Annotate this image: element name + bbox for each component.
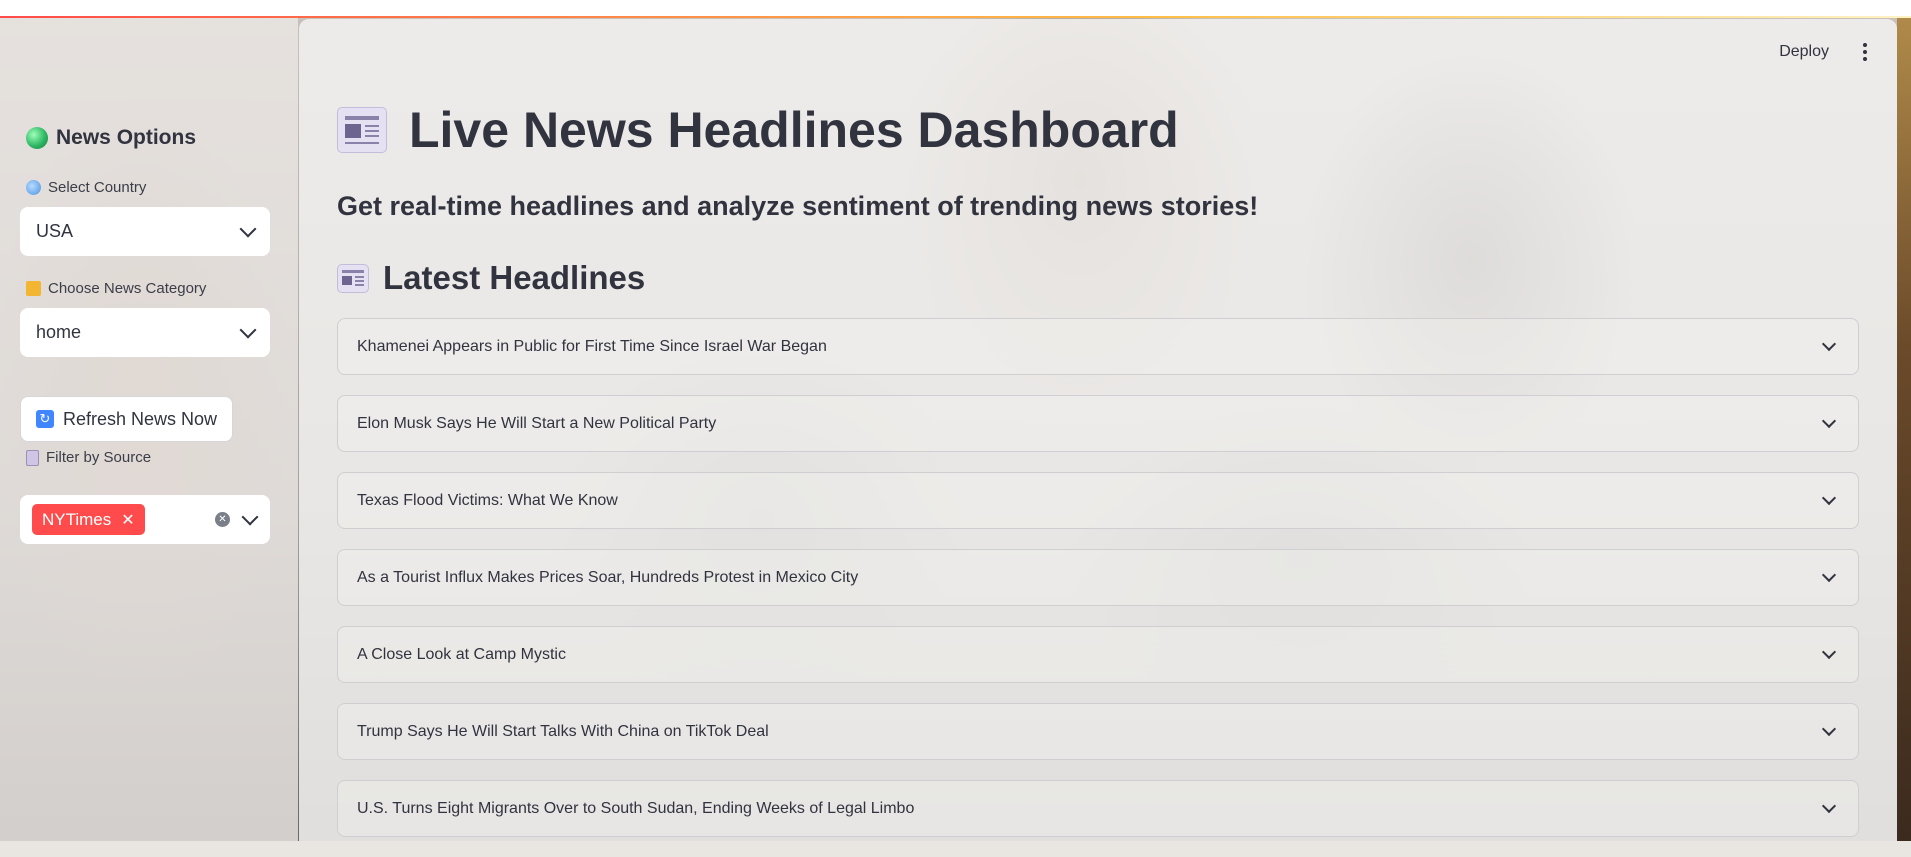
chevron-down-icon <box>1821 644 1837 659</box>
sidebar: News Options Select Country USA Choose N… <box>0 18 298 841</box>
main-panel: Deploy Live News Headlines Dashboard Get… <box>299 19 1897 841</box>
headline-expander[interactable]: Elon Musk Says He Will Start a New Polit… <box>337 395 1859 452</box>
headline-text: U.S. Turns Eight Migrants Over to South … <box>357 799 915 817</box>
headline-expander[interactable]: Texas Flood Victims: What We Know <box>337 472 1859 529</box>
headline-expander[interactable]: Khamenei Appears in Public for First Tim… <box>337 318 1859 375</box>
top-decoration <box>0 0 1911 18</box>
chevron-down-icon <box>1821 798 1837 813</box>
page-title-text: Live News Headlines Dashboard <box>409 102 1179 158</box>
section-title: Latest Headlines <box>337 259 645 297</box>
headline-expander[interactable]: Trump Says He Will Start Talks With Chin… <box>337 703 1859 760</box>
section-title-text: Latest Headlines <box>383 259 646 296</box>
headline-text: Khamenei Appears in Public for First Tim… <box>357 337 827 355</box>
source-tag[interactable]: NYTimes ✕ <box>32 504 145 535</box>
source-label-text: Filter by Source <box>46 449 152 466</box>
deploy-button[interactable]: Deploy <box>1779 43 1829 61</box>
chevron-down-icon <box>1821 721 1837 736</box>
chevron-down-icon <box>239 321 257 338</box>
category-select[interactable]: home <box>20 308 270 357</box>
refresh-news-label: Refresh News Now <box>63 408 218 429</box>
chevron-down-icon <box>239 220 257 237</box>
source-label: Filter by Source <box>26 449 151 466</box>
remove-tag-icon[interactable]: ✕ <box>121 510 134 530</box>
globe-icon <box>26 180 41 195</box>
chevron-down-icon <box>1821 413 1837 428</box>
more-menu-icon[interactable] <box>1863 43 1867 61</box>
chevron-down-icon <box>1821 567 1837 582</box>
headline-text: A Close Look at Camp Mystic <box>357 645 566 663</box>
page-subtitle: Get real-time headlines and analyze sent… <box>337 191 1259 221</box>
clear-all-icon[interactable]: ✕ <box>215 512 230 527</box>
headline-text: Trump Says He Will Start Talks With Chin… <box>357 722 769 740</box>
headline-expander[interactable]: A Close Look at Camp Mystic <box>337 626 1859 683</box>
category-select-value: home <box>36 322 82 342</box>
country-select-value: USA <box>36 221 74 241</box>
country-label: Select Country <box>26 179 146 196</box>
headline-list: Khamenei Appears in Public for First Tim… <box>337 318 1859 857</box>
refresh-icon: ↻ <box>36 410 54 428</box>
refresh-news-button[interactable]: ↻ Refresh News Now <box>20 396 234 442</box>
chevron-down-icon <box>1821 336 1837 351</box>
sidebar-title: News Options <box>26 126 196 150</box>
background-edge <box>1897 18 1911 841</box>
green-orb-icon <box>26 127 48 149</box>
folder-icon <box>26 281 41 296</box>
sidebar-title-text: News Options <box>56 126 197 149</box>
notepad-icon <box>26 449 39 466</box>
headline-text: Texas Flood Victims: What We Know <box>357 491 618 509</box>
newspaper-icon <box>337 107 387 153</box>
country-label-text: Select Country <box>48 179 147 196</box>
page-title: Live News Headlines Dashboard <box>337 101 1179 159</box>
country-select[interactable]: USA <box>20 207 270 256</box>
headline-expander[interactable]: U.S. Turns Eight Migrants Over to South … <box>337 780 1859 837</box>
chevron-down-icon[interactable] <box>241 508 259 525</box>
category-label: Choose News Category <box>26 280 206 297</box>
headline-text: Elon Musk Says He Will Start a New Polit… <box>357 414 717 432</box>
headline-text: As a Tourist Influx Makes Prices Soar, H… <box>357 568 859 586</box>
source-tag-label: NYTimes <box>42 509 112 529</box>
headline-expander[interactable]: As a Tourist Influx Makes Prices Soar, H… <box>337 549 1859 606</box>
source-multiselect[interactable]: NYTimes ✕ ✕ <box>20 495 270 544</box>
chevron-down-icon <box>1821 490 1837 505</box>
category-label-text: Choose News Category <box>48 280 207 297</box>
newspaper-icon <box>337 263 369 293</box>
